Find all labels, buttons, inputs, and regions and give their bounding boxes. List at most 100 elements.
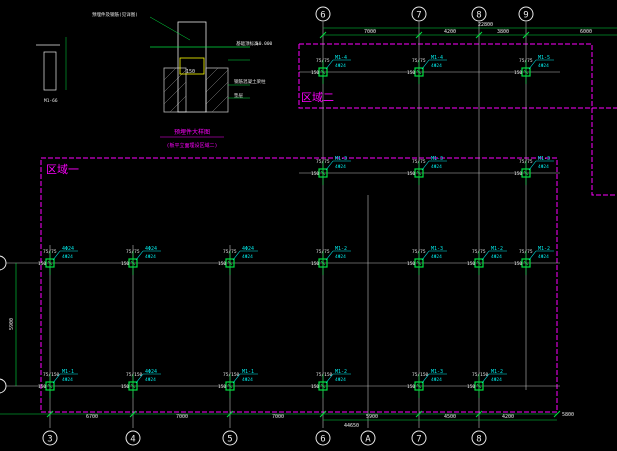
column-top-dim: 75/75	[223, 249, 237, 255]
column-top-dim: 75/75	[412, 159, 426, 165]
column-side-dim: 150	[407, 171, 415, 177]
embed-anchor-label: 4Φ24	[538, 63, 549, 69]
axis-label-bottom-5: 5	[227, 435, 232, 445]
column-top-dim: 75/75	[519, 159, 533, 165]
axis-label-top-9: 9	[523, 11, 528, 21]
column-top-dim: 75/75	[519, 249, 533, 255]
detail-hatching	[163, 67, 229, 113]
top-dimension-lines	[0, 27, 617, 421]
column-embed-markers: 75/75 150 M1-4 4Φ24 75/75 150 M1-4 4Φ24 75/75 150…	[38, 55, 554, 398]
detail-hatch-left	[163, 67, 187, 113]
left-mini-detail	[36, 37, 67, 91]
column-side-dim: 150	[121, 384, 129, 390]
embed-anchor-label: 4Φ24	[431, 254, 442, 260]
embed-anchor-label: 4Φ24	[145, 377, 156, 383]
embed-label: M1-2	[335, 246, 347, 252]
column-top-dim: 75/150	[472, 372, 489, 378]
region-two-border	[299, 43, 617, 196]
column-top-dim: 75/75	[126, 249, 140, 255]
detail-note-5: 垫层	[234, 92, 243, 99]
region-two-left	[298, 44, 617, 109]
detail-subtitle: (板平立面埋设区域二)	[166, 142, 217, 149]
column-top-dim: 75/150	[412, 372, 429, 378]
hatch	[205, 81, 229, 105]
axis-bubble-left-2	[0, 378, 7, 394]
column-side-dim: 150	[467, 261, 475, 267]
axis-bubbles-bottom	[0, 255, 487, 446]
column-side-dim: 150	[311, 261, 319, 267]
embed-label: M1-3	[538, 156, 550, 162]
column-top-dim: 75/75	[519, 58, 533, 64]
column-top-dim: 75/75	[472, 249, 486, 255]
embed-anchor-label: 4Φ24	[538, 254, 549, 260]
hatch	[211, 95, 229, 113]
column-side-dim: 150	[407, 70, 415, 76]
top-dim-4: 6000	[580, 29, 592, 35]
bottom-dim-3: 7000	[272, 414, 284, 420]
embed-label: 4Φ24	[62, 246, 74, 252]
embed-anchor-label: 4Φ24	[335, 377, 346, 383]
detail-note-4: 钢筋混凝土梁柱	[234, 78, 266, 85]
top-dim-3: 3800	[497, 29, 509, 35]
embed-anchor-label: 4Φ24	[62, 254, 73, 260]
axis-label-bottom-4: 4	[130, 435, 135, 445]
top-total-dim: 22800	[478, 22, 493, 28]
detail-note-3: ±0.000	[256, 41, 273, 47]
embed-anchor-label: 4Φ24	[335, 164, 346, 170]
column-side-dim: 150	[38, 261, 46, 267]
top-dim-ticks	[46, 31, 561, 418]
top-dim-1: 7000	[364, 29, 376, 35]
column-top-dim: 75/75	[316, 249, 330, 255]
embed-label: M1-4	[431, 55, 443, 61]
detail-title: 预埋件大样图	[174, 128, 210, 136]
embed-label: M1-3	[431, 246, 443, 252]
mini-detail-plate	[43, 51, 57, 91]
embed-label: M1-1	[62, 369, 74, 375]
axis-label-bottom-6: 6	[320, 435, 325, 445]
axis-label-top-6: 6	[320, 11, 325, 21]
column-side-dim: 150	[311, 171, 319, 177]
column-top-dim: 75/75	[316, 159, 330, 165]
hatch	[163, 81, 187, 105]
axis-label-bottom-3: 3	[47, 435, 52, 445]
axis-bubbles-top	[315, 6, 534, 22]
region-two-label: 区域二	[301, 91, 334, 104]
embed-anchor-label: 4Φ24	[145, 254, 156, 260]
embed-anchor-label: 4Φ24	[242, 254, 253, 260]
left-vertical-dim: 5900	[9, 318, 15, 330]
detail-leader-1	[149, 16, 191, 41]
embed-label: 4Φ24	[145, 246, 157, 252]
column-side-dim: 150	[38, 384, 46, 390]
embed-label: M1-3	[335, 156, 347, 162]
column-side-dim: 150	[218, 384, 226, 390]
hatch	[163, 69, 187, 93]
column-side-dim: 150	[407, 261, 415, 267]
axis-bubble-left-1	[0, 255, 7, 271]
column-side-dim: 150	[514, 261, 522, 267]
embed-label: M1-2	[335, 369, 347, 375]
column-top-dim: 75/150	[316, 372, 333, 378]
bottom-dim-6: 4200	[502, 414, 514, 420]
embed-label: 4Φ24	[145, 369, 157, 375]
bottom-total-dim: 44650	[344, 423, 359, 429]
hatch	[163, 67, 177, 81]
bottom-dim-2: 7000	[176, 414, 188, 420]
embed-label: M1-2	[491, 246, 503, 252]
column-side-dim: 150	[514, 70, 522, 76]
embed-label: M1-4	[335, 55, 347, 61]
embed-label: M1-3	[431, 156, 443, 162]
embed-anchor-label: 4Φ24	[538, 164, 549, 170]
mini-detail-label: M1-66	[44, 98, 58, 104]
column-top-dim: 75/150	[223, 372, 240, 378]
embed-anchor-label: 4Φ24	[431, 63, 442, 69]
embed-label: M1-2	[491, 369, 503, 375]
axis-lines	[0, 22, 560, 428]
column-side-dim: 150	[218, 261, 226, 267]
hatch	[205, 67, 219, 81]
column-side-dim: 150	[311, 384, 319, 390]
embed-label: M1-2	[538, 246, 550, 252]
bottom-dim-1: 6700	[86, 414, 98, 420]
foundation-embed-plan: 区域一 区域二 7000 4200 3800 6000 22800 6700 7…	[0, 6, 617, 446]
embed-anchor-label: 4Φ24	[491, 254, 502, 260]
axis-label-bottom-A: A	[365, 435, 371, 445]
